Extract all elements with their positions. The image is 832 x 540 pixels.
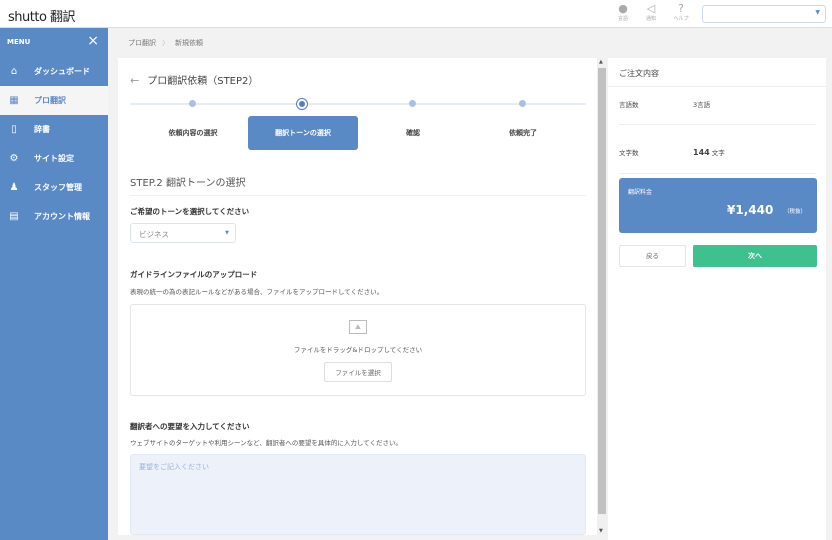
calendar-icon: ▦ <box>9 95 19 106</box>
select-file-button[interactable]: ファイルを選択 <box>324 362 392 382</box>
request-description: ウェブサイトのターゲットや利用シーンなど、翻訳者への要望を具体的に入力してくださ… <box>130 439 402 447</box>
language-button[interactable]: ● 言語 <box>611 2 635 23</box>
step-2-active: 翻訳トーンの選択 <box>248 116 358 150</box>
scroll-up-icon[interactable]: ▲ <box>599 59 603 65</box>
request-textarea[interactable]: 要望をご記入ください <box>130 454 586 535</box>
help-icon: ? <box>678 2 684 15</box>
price-box: 翻訳料金 ¥1,440 （税抜） <box>619 178 817 233</box>
logo: shutto 翻訳 <box>8 10 76 25</box>
breadcrumb: プロ翻訳〉新規依頼 <box>128 38 203 48</box>
sidebar-item-staff[interactable]: ♟ スタッフ管理 <box>0 173 108 202</box>
upload-label: ガイドラインファイルのアップロード <box>130 270 258 279</box>
tone-label: ご希望のトーンを選択してください <box>130 207 250 216</box>
sidebar-item-site-settings[interactable]: ⚙ サイト設定 <box>0 144 108 173</box>
help-button[interactable]: ? ヘルプ <box>669 2 693 23</box>
page-title: ← プロ翻訳依頼（STEP2） <box>130 74 259 87</box>
step-dot-3 <box>409 100 416 107</box>
tone-select[interactable]: ビジネス ▼ <box>130 223 236 243</box>
price-amount: ¥1,440 <box>727 203 774 217</box>
file-dropzone[interactable]: ⛰ ファイルをドラッグ&ドロップしてください ファイルを選択 <box>130 304 586 396</box>
home-icon: ⌂ <box>10 66 18 77</box>
chevron-right-icon: 〉 <box>162 39 169 47</box>
step-dot-4 <box>519 100 526 107</box>
step-dot-2-active <box>297 99 307 109</box>
section-title: STEP.2 翻訳トーンの選択 <box>130 174 586 196</box>
image-icon: ⛰ <box>349 320 367 334</box>
notification-button[interactable]: ◁ 通知 <box>639 2 663 23</box>
stepper-track <box>130 103 586 105</box>
order-title: ご注文内容 <box>608 58 826 87</box>
book-icon: ▯ <box>11 124 17 135</box>
sidebar-item-dashboard[interactable]: ⌂ ダッシュボード <box>0 57 108 86</box>
users-icon: ♟ <box>9 182 19 193</box>
step-4: 依頼完了 <box>509 129 537 137</box>
scrollbar-thumb[interactable] <box>598 68 606 514</box>
order-summary-card: ご注文内容 言語数 3言語 文字数 144 文字 翻訳料金 ¥1,440 （税抜） … <box>608 58 826 540</box>
back-arrow-icon[interactable]: ← <box>130 74 139 87</box>
dropzone-text: ファイルをドラッグ&ドロップしてください <box>293 346 423 354</box>
step-dot-1 <box>189 100 196 107</box>
request-label: 翻訳者への要望を入力してください <box>130 422 250 431</box>
request-form-card: ← プロ翻訳依頼（STEP2） 依頼内容の選択 翻訳トーンの選択 確認 依頼完了 … <box>118 58 598 535</box>
chevron-down-icon: ▼ <box>815 9 820 16</box>
next-button[interactable]: 次へ <box>693 245 817 267</box>
language-count-row: 言語数 3言語 <box>619 99 816 125</box>
back-button[interactable]: 戻る <box>619 245 686 267</box>
site-select[interactable]: ▼ <box>702 5 826 23</box>
scrollbar[interactable]: ▲ ▼ <box>597 58 607 535</box>
document-icon: ▤ <box>9 211 19 222</box>
sidebar-item-pro-translation[interactable]: ▦ プロ翻訳 <box>0 86 108 115</box>
breadcrumb-current: 新規依頼 <box>175 39 203 47</box>
gear-icon: ⚙ <box>9 153 19 164</box>
sidebar-item-dictionary[interactable]: ▯ 辞書 <box>0 115 108 144</box>
step-3: 確認 <box>406 129 420 137</box>
bell-icon: ◁ <box>646 2 656 15</box>
sidebar: MENU × ⌂ ダッシュボード ▦ プロ翻訳 ▯ 辞書 ⚙ サイト設定 ♟ スタッフ管理 … <box>0 28 108 540</box>
scroll-down-icon[interactable]: ▼ <box>599 528 603 534</box>
upload-description: 表現の統一の為の表記ルールなどがある場合、ファイルをアップロードしてください。 <box>130 288 384 296</box>
menu-header: MENU × <box>7 33 99 49</box>
step-1: 依頼内容の選択 <box>168 129 218 137</box>
sidebar-item-account[interactable]: ▤ アカウント情報 <box>0 202 108 231</box>
globe-icon: ● <box>618 2 628 15</box>
close-icon[interactable]: × <box>87 33 99 49</box>
top-header: shutto 翻訳 ● 言語 ◁ 通知 ? ヘルプ ▼ <box>0 0 832 28</box>
char-count-row: 文字数 144 文字 <box>619 147 816 174</box>
chevron-down-icon: ▼ <box>225 230 229 236</box>
breadcrumb-pro-translation[interactable]: プロ翻訳 <box>128 39 156 47</box>
